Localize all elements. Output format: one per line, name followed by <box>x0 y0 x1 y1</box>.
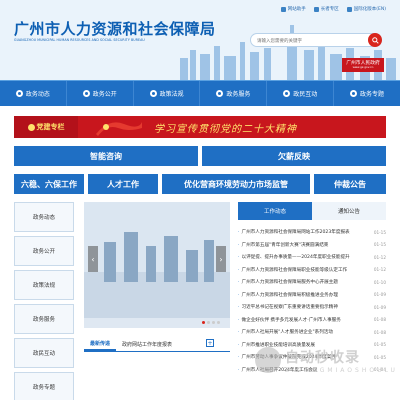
watermark-subtext: ZIDONGMIAOSHOULU <box>285 367 398 374</box>
tab-notices[interactable]: 通知公告 <box>312 202 386 220</box>
search-box <box>250 33 382 47</box>
policy-icon <box>149 90 157 97</box>
english-link[interactable]: 国际化版本(EN) <box>346 6 386 12</box>
chevron-left-icon: ‹ <box>91 254 95 264</box>
topics-icon <box>350 90 358 97</box>
left-menu-public[interactable]: 政务公开 <box>14 236 74 266</box>
party-emblem-icon <box>27 123 35 131</box>
six-stability-button[interactable]: 六稳、六保工作 <box>14 174 84 194</box>
left-menu-topics[interactable]: 政务专题 <box>14 372 74 400</box>
globe-icon <box>346 6 352 12</box>
elder-zone-link[interactable]: 长者专区 <box>313 6 339 12</box>
service-icon <box>216 90 224 97</box>
site-title: 广州市人力资源和社会保障局 <box>14 20 216 38</box>
quick-buttons-row1: 智能咨询 欠薪反映 <box>14 146 386 166</box>
news-item[interactable]: 广州市人力资源和社会保障局服务中心开展主题01-10 <box>238 276 386 289</box>
quick-buttons-row2: 六稳、六保工作 人才工作 优化营商环境劳动力市场监管 仲裁公告 <box>14 174 386 194</box>
smart-consult-button[interactable]: 智能咨询 <box>14 146 198 166</box>
gov-portal-link[interactable]: 广州市人民政府 www.gz.gov.cn <box>342 58 384 72</box>
news-icon <box>15 90 23 97</box>
tab-latest[interactable]: 最新传递 <box>84 337 117 351</box>
assistant-icon <box>280 6 286 12</box>
nav-item-public[interactable]: 政务公开 <box>67 81 134 106</box>
carousel-next-button[interactable]: › <box>216 246 226 272</box>
news-item[interactable]: 以评促提、提升办事质量——2024年度职业技能提升01-12 <box>238 251 386 264</box>
news-tabs: 工作动态 通知公告 <box>238 202 386 220</box>
left-menu-interaction[interactable]: 政民互动 <box>14 338 74 368</box>
carousel-prev-button[interactable]: ‹ <box>88 246 98 272</box>
site-subtitle: GUANGZHOU MUNICIPAL HUMAN RESOURCES AND … <box>14 38 145 42</box>
public-icon <box>82 90 90 97</box>
watermark-text: 自动秒收录 <box>285 350 360 366</box>
interaction-icon <box>283 90 291 97</box>
tab-work-news[interactable]: 工作动态 <box>238 202 312 220</box>
news-item[interactable]: 广州市第五届"青年创新大赛"决赛圆满结束01-15 <box>238 239 386 252</box>
wage-arrears-button[interactable]: 欠薪反映 <box>202 146 386 166</box>
watermark: 自动秒收录 ZIDONGMIAOSHOULU <box>255 343 395 385</box>
red-flag-icon <box>96 122 142 136</box>
nav-item-topics[interactable]: 政务专题 <box>334 81 400 106</box>
news-item[interactable]: 做企业好伙伴 携手多元发展人才·广州市人事服务01-08 <box>238 314 386 327</box>
nav-item-policy[interactable]: 政策法规 <box>134 81 201 106</box>
elder-icon <box>313 6 319 12</box>
site-header: 广州市人力资源和社会保障局 GUANGZHOU MUNICIPAL HUMAN … <box>0 0 400 80</box>
nav-item-interaction[interactable]: 政民互动 <box>267 81 335 106</box>
top-links: 网站助手 长者专区 国际化版本(EN) <box>280 6 386 12</box>
search-button[interactable] <box>368 33 382 47</box>
left-menu-policy[interactable]: 政策法规 <box>14 270 74 300</box>
left-menu: 政务动态 政务公开 政策法规 政务服务 政民互动 政务专题 <box>14 202 74 400</box>
arbitration-notice-button[interactable]: 仲裁公告 <box>314 174 386 194</box>
main-nav: 政务动态 政务公开 政策法规 政务服务 政民互动 政务专题 <box>0 80 400 106</box>
carousel-dot[interactable] <box>202 321 205 324</box>
more-button[interactable]: + <box>206 339 214 347</box>
news-item[interactable]: 广州市人力资源和社会保障局积极推进业务办理01-09 <box>238 289 386 302</box>
left-menu-news[interactable]: 政务动态 <box>14 202 74 232</box>
carousel-image <box>84 202 230 318</box>
banner-slogan: 学习宣传贯彻党的二十大精神 <box>154 124 297 135</box>
watermark-logo-icon <box>255 347 281 373</box>
chevron-right-icon: › <box>219 254 223 264</box>
news-item[interactable]: 广州市人力资源和社会保障局网站工作2023年度报表01-15 <box>238 226 386 239</box>
business-environment-button[interactable]: 优化营商环境劳动力市场监管 <box>162 174 310 194</box>
carousel-dot[interactable] <box>217 321 220 324</box>
image-carousel[interactable]: ‹ › <box>84 202 230 328</box>
search-icon <box>371 36 379 44</box>
carousel-dot[interactable] <box>212 321 215 324</box>
carousel-dot[interactable] <box>207 321 210 324</box>
news-item[interactable]: 广州市人力资源和社会保障局职业技能等级认定工作01-12 <box>238 264 386 277</box>
tab-annual-report[interactable]: 政府网站工作年度报表 <box>116 337 178 351</box>
carousel-dots <box>202 321 220 324</box>
assistant-link[interactable]: 网站助手 <box>280 6 306 12</box>
party-column-label: 党建专栏 <box>14 116 78 138</box>
nav-item-service[interactable]: 政务服务 <box>200 81 268 106</box>
gov-badge-url: www.gz.gov.cn <box>352 65 374 70</box>
news-item[interactable]: 习近平总书记在视察广东重要讲话重要指示精神01-09 <box>238 301 386 314</box>
talent-work-button[interactable]: 人才工作 <box>88 174 158 194</box>
left-menu-service[interactable]: 政务服务 <box>14 304 74 334</box>
party-banner[interactable]: 党建专栏 学习宣传贯彻党的二十大精神 <box>14 116 386 138</box>
search-input[interactable] <box>257 37 357 45</box>
news-item[interactable]: 广州市人社局开展"人才服务进企业"系列活动01-08 <box>238 326 386 339</box>
nav-item-news[interactable]: 政务动态 <box>0 81 67 106</box>
